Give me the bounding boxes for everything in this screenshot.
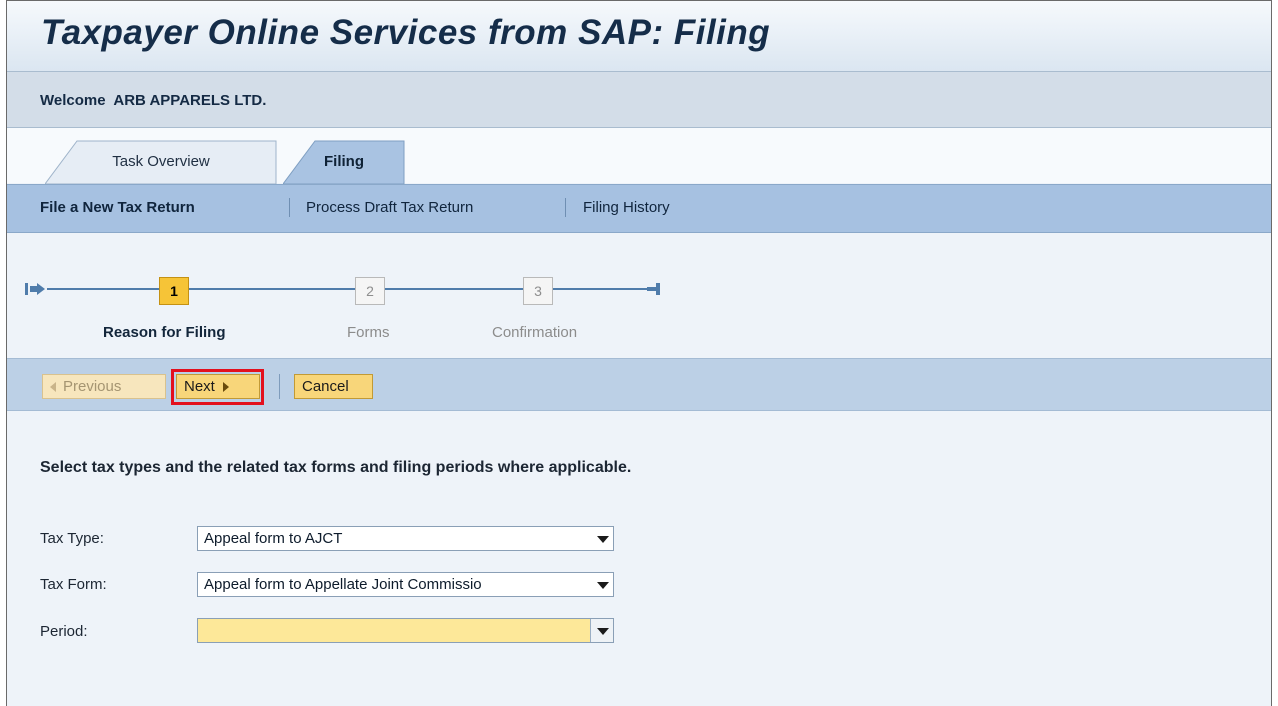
dropdown-arrow-icon[interactable] xyxy=(591,573,613,596)
app-window: Taxpayer Online Services from SAP: Filin… xyxy=(6,0,1272,706)
toolbar-separator xyxy=(279,374,280,399)
roadmap-step-3[interactable]: 3 xyxy=(523,277,553,305)
tax-type-select[interactable]: Appeal form to AJCT xyxy=(197,526,614,551)
welcome-text: Welcome ARB APPARELS LTD. xyxy=(40,92,267,109)
roadmap-connector xyxy=(385,288,523,290)
tax-type-value: Appeal form to AJCT xyxy=(204,530,343,547)
subnav-item-filing-history[interactable]: Filing History xyxy=(583,199,670,216)
roadmap-connector xyxy=(47,288,159,290)
roadmap: 1 2 3 Reason for Filing Forms Confirmati… xyxy=(7,266,1271,346)
chevron-left-icon xyxy=(50,382,56,393)
welcome-bar: Welcome ARB APPARELS LTD. xyxy=(7,72,1271,128)
period-select[interactable] xyxy=(197,618,614,643)
subnav-item-file-new-tax-return[interactable]: File a New Tax Return xyxy=(40,199,195,216)
tab-task-overview[interactable]: Task Overview xyxy=(45,140,277,184)
subnav-separator xyxy=(565,198,566,217)
tax-form-label: Tax Form: xyxy=(40,576,107,593)
roadmap-connector xyxy=(553,288,649,290)
wizard-toolbar: Previous Next Cancel xyxy=(7,358,1271,411)
next-highlight-box xyxy=(171,369,264,405)
cancel-label: Cancel xyxy=(302,378,349,395)
tax-form-value: Appeal form to Appellate Joint Commissio xyxy=(204,576,482,593)
tab-strip: Task Overview Filing xyxy=(7,128,1271,184)
previous-label: Previous xyxy=(63,378,122,395)
cancel-button[interactable]: Cancel xyxy=(294,374,373,399)
tab-filing[interactable]: Filing xyxy=(283,140,405,184)
sub-navigation: File a New Tax Return Process Draft Tax … xyxy=(7,184,1271,233)
roadmap-connector xyxy=(189,288,355,290)
roadmap-label-confirmation: Confirmation xyxy=(492,324,578,341)
previous-button[interactable]: Previous xyxy=(42,374,166,399)
period-label: Period: xyxy=(40,623,88,640)
tax-form-select[interactable]: Appeal form to Appellate Joint Commissio xyxy=(197,572,614,597)
roadmap-label-forms: Forms xyxy=(347,324,390,341)
app-title: Taxpayer Online Services from SAP: Filin… xyxy=(41,13,771,52)
roadmap-end-icon xyxy=(647,283,660,295)
dropdown-arrow-icon[interactable] xyxy=(590,619,613,642)
subnav-item-process-draft[interactable]: Process Draft Tax Return xyxy=(306,199,473,216)
dropdown-arrow-icon[interactable] xyxy=(591,527,613,550)
roadmap-step-1[interactable]: 1 xyxy=(159,277,189,305)
tab-label: Filing xyxy=(324,153,364,170)
roadmap-step-2[interactable]: 2 xyxy=(355,277,385,305)
instructions-text: Select tax types and the related tax for… xyxy=(40,459,632,476)
tax-type-label: Tax Type: xyxy=(40,530,104,547)
app-header: Taxpayer Online Services from SAP: Filin… xyxy=(7,1,1271,72)
tab-label: Task Overview xyxy=(112,153,210,170)
subnav-separator xyxy=(289,198,290,217)
roadmap-label-reason: Reason for Filing xyxy=(103,324,226,341)
roadmap-start-icon xyxy=(25,283,45,295)
